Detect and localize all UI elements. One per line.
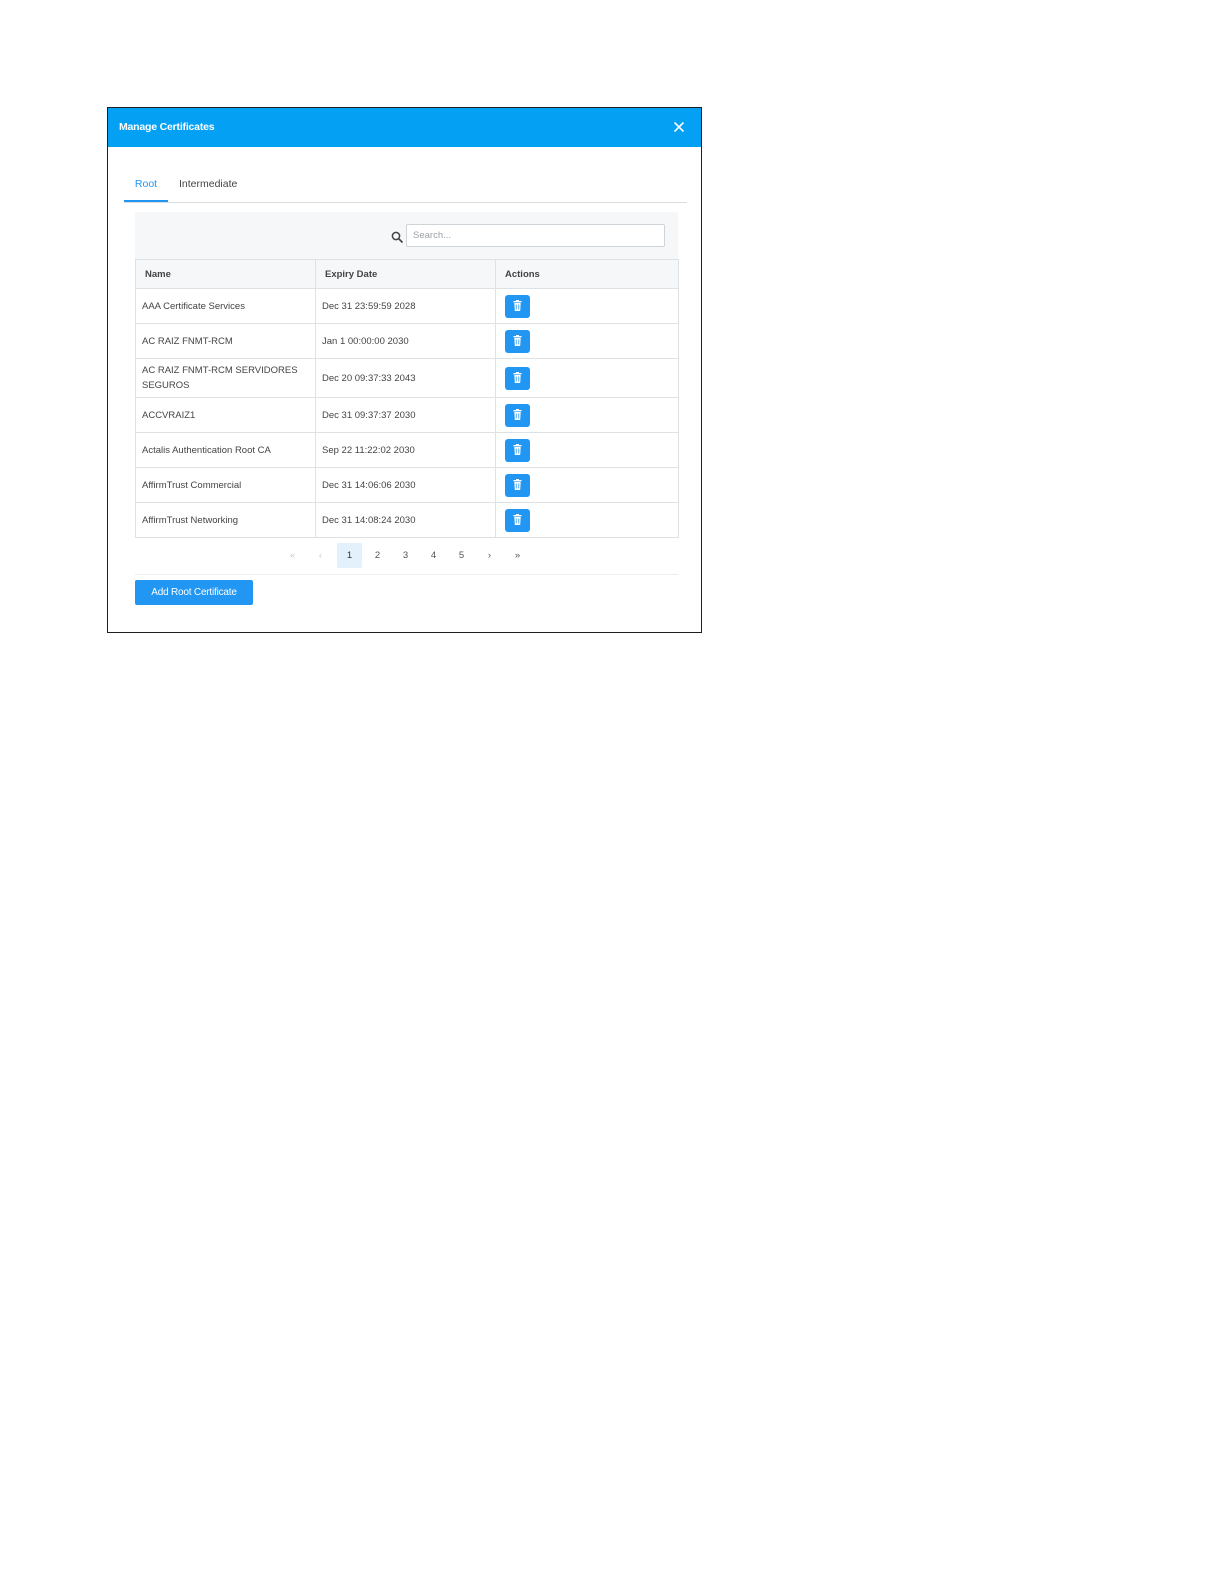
dialog-header: Manage Certificates (108, 108, 701, 147)
certificates-table: Name Expiry Date Actions AAA Certificate… (135, 259, 679, 538)
certificate-expiry: Dec 31 23:59:59 2028 (315, 288, 496, 324)
certificate-name: ACCVRAIZ1 (135, 397, 316, 433)
certificate-name: AC RAIZ FNMT-RCM (135, 323, 316, 359)
certificate-name: Actalis Authentication Root CA (135, 432, 316, 468)
certificate-name: AC RAIZ FNMT-RCM SERVIDORES SEGUROS (135, 358, 316, 398)
trash-icon (513, 371, 522, 386)
trash-icon (513, 443, 522, 458)
delete-button[interactable] (505, 294, 530, 318)
certificate-name: AAA Certificate Services (135, 288, 316, 324)
certificate-expiry: Dec 31 09:37:37 2030 (315, 397, 496, 433)
trash-icon (513, 478, 522, 493)
manage-certificates-dialog: Manage Certificates Root Intermediate Na… (107, 107, 702, 633)
certificate-name: AffirmTrust Commercial (135, 467, 316, 503)
certificate-tabs: Root Intermediate (124, 176, 687, 203)
next-page-button[interactable]: › (477, 543, 502, 568)
trash-icon (513, 299, 522, 314)
table-row: AAA Certificate Services Dec 31 23:59:59… (135, 288, 679, 324)
certificate-expiry: Dec 20 09:37:33 2043 (315, 358, 496, 398)
trash-icon (513, 408, 522, 423)
search-bar (135, 212, 678, 259)
close-icon[interactable] (671, 119, 687, 135)
page-1-button[interactable]: 1 (337, 543, 362, 568)
certificate-expiry: Sep 22 11:22:02 2030 (315, 432, 496, 468)
trash-icon (513, 513, 522, 528)
delete-button[interactable] (505, 366, 530, 390)
delete-button[interactable] (505, 403, 530, 427)
tab-root[interactable]: Root (124, 176, 168, 202)
certificate-expiry: Dec 31 14:08:24 2030 (315, 502, 496, 538)
delete-button[interactable] (505, 473, 530, 497)
certificate-expiry: Jan 1 00:00:00 2030 (315, 323, 496, 359)
column-header-expiry-date[interactable]: Expiry Date (315, 259, 496, 289)
delete-button[interactable] (505, 438, 530, 462)
trash-icon (513, 334, 522, 349)
previous-page-button[interactable]: ‹ (308, 543, 333, 568)
column-header-name[interactable]: Name (135, 259, 316, 289)
first-page-button[interactable]: « (280, 543, 305, 568)
search-icon (391, 230, 403, 243)
table-row: ACCVRAIZ1 Dec 31 09:37:37 2030 (135, 397, 679, 433)
delete-button[interactable] (505, 508, 530, 532)
page-2-button[interactable]: 2 (365, 543, 390, 568)
table-row: Actalis Authentication Root CA Sep 22 11… (135, 432, 679, 468)
column-header-actions: Actions (495, 259, 679, 289)
table-row: AC RAIZ FNMT-RCM Jan 1 00:00:00 2030 (135, 323, 679, 359)
delete-button[interactable] (505, 329, 530, 353)
page-5-button[interactable]: 5 (449, 543, 474, 568)
tab-intermediate[interactable]: Intermediate (179, 176, 237, 202)
table-row: AffirmTrust Networking Dec 31 14:08:24 2… (135, 502, 679, 538)
certificate-expiry: Dec 31 14:06:06 2030 (315, 467, 496, 503)
certificate-name: AffirmTrust Networking (135, 502, 316, 538)
table-row: AffirmTrust Commercial Dec 31 14:06:06 2… (135, 467, 679, 503)
last-page-button[interactable]: » (505, 543, 530, 568)
search-input[interactable] (406, 224, 665, 247)
page-4-button[interactable]: 4 (421, 543, 446, 568)
add-root-certificate-button[interactable]: Add Root Certificate (135, 580, 253, 605)
dialog-title: Manage Certificates (119, 121, 215, 133)
table-row: AC RAIZ FNMT-RCM SERVIDORES SEGUROS Dec … (135, 358, 679, 398)
page-3-button[interactable]: 3 (393, 543, 418, 568)
footer-divider (135, 574, 678, 575)
